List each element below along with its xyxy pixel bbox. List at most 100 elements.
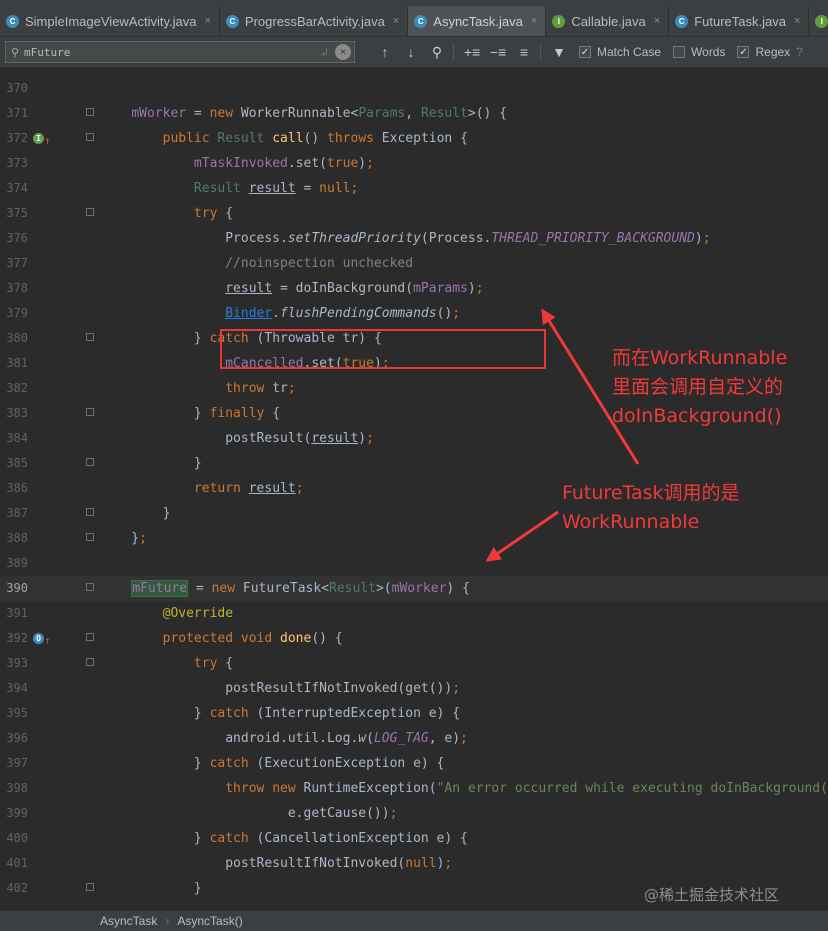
code-line[interactable]: 385 } (0, 451, 828, 476)
regex-help-link[interactable]: ? (796, 45, 803, 59)
tab-overflow[interactable]: I (809, 6, 828, 36)
previous-occurrence-icon[interactable]: ↑ (373, 44, 397, 60)
code-line[interactable]: 395 } catch (InterruptedException e) { (0, 701, 828, 726)
code-line[interactable]: 398 throw new RuntimeException("An error… (0, 776, 828, 801)
code-line[interactable]: 401 postResultIfNotInvoked(null); (0, 851, 828, 876)
regex-checkbox[interactable]: ✓ Regex (737, 45, 790, 59)
code-text: } catch (CancellationException e) { (100, 831, 468, 846)
code-line[interactable]: 391 @Override (0, 601, 828, 626)
breadcrumb-chevron-icon: › (165, 914, 170, 928)
clear-search-icon[interactable]: × (335, 44, 351, 60)
match-case-checkbox[interactable]: ✓ Match Case (579, 45, 661, 59)
tab-label: AsyncTask.java (433, 13, 523, 29)
fold-icon[interactable] (86, 133, 94, 141)
close-icon[interactable]: × (654, 15, 660, 27)
breadcrumb: AsyncTask › AsyncTask() (0, 910, 828, 931)
find-all-icon[interactable]: ⚲ (425, 44, 449, 61)
class-icon: C (414, 14, 428, 28)
code-line[interactable]: 373 mTaskInvoked.set(true); (0, 151, 828, 176)
code-line[interactable]: 392 O ↑ protected void done() { (0, 626, 828, 651)
close-icon[interactable]: × (531, 15, 537, 27)
code-line[interactable]: 396 android.util.Log.w(LOG_TAG, e); (0, 726, 828, 751)
breadcrumb-method[interactable]: AsyncTask() (177, 914, 242, 928)
code-text: Binder.flushPendingCommands(); (225, 306, 461, 321)
next-occurrence-icon[interactable]: ↓ (399, 44, 423, 60)
fold-icon[interactable] (86, 583, 94, 591)
code-text: e.getCause()); (100, 806, 398, 821)
code-line[interactable]: 400 } catch (CancellationException e) { (0, 826, 828, 851)
line-number: 398 (6, 781, 28, 795)
code-line[interactable]: 375 try { (0, 201, 828, 226)
code-line[interactable]: 397 } catch (ExecutionException e) { (0, 751, 828, 776)
toolbar-separator (453, 43, 454, 61)
close-icon[interactable]: × (794, 15, 800, 27)
overrides-method-icon[interactable]: O (33, 633, 44, 644)
line-number: 383 (6, 406, 28, 420)
line-number: 387 (6, 506, 28, 520)
fold-icon[interactable] (86, 208, 94, 216)
fold-icon[interactable] (86, 883, 94, 891)
select-all-occurrences-icon[interactable]: ≡ (512, 44, 536, 60)
code-text: } catch (ExecutionException e) { (100, 756, 445, 771)
implements-method-icon[interactable]: I (33, 133, 44, 144)
code-text: Result result = null; (193, 181, 359, 196)
code-line[interactable]: 389 (0, 551, 828, 576)
code-editor[interactable]: 402 } 401 postResultIfNotInvoked(null); 40… (0, 68, 828, 910)
class-icon: C (225, 14, 239, 28)
code-text: postResultIfNotInvoked(null); (100, 856, 453, 871)
fold-icon[interactable] (86, 633, 94, 641)
fold-icon[interactable] (86, 108, 94, 116)
add-selection-icon[interactable]: +≡ (460, 44, 484, 60)
line-number: 381 (6, 356, 28, 370)
fold-icon[interactable] (86, 533, 94, 541)
code-text: protected void done() { (162, 631, 343, 646)
code-line[interactable]: 377 //noinspection unchecked (0, 251, 828, 276)
code-line[interactable]: 370 (0, 76, 828, 101)
line-number: 370 (6, 81, 28, 95)
tab-label: ProgressBarActivity.java (244, 13, 385, 29)
toolbar-separator (540, 43, 541, 61)
close-icon[interactable]: × (204, 15, 210, 27)
code-line[interactable]: 393 try { (0, 651, 828, 676)
match-case-check-icon: ✓ (579, 46, 591, 58)
fold-icon[interactable] (86, 333, 94, 341)
code-line[interactable]: 376 Process.setThreadPriority(Process.TH… (0, 226, 828, 251)
line-number: 374 (6, 181, 28, 195)
code-line[interactable]: 371 mWorker = new WorkerRunnable<Params,… (0, 101, 828, 126)
line-number: 376 (6, 231, 28, 245)
code-text: } (100, 456, 202, 471)
code-line[interactable]: 379 Binder.flushPendingCommands(); (0, 301, 828, 326)
search-icon[interactable]: ⚲ (6, 46, 24, 59)
code-line[interactable]: 378 result = doInBackground(mParams); (0, 276, 828, 301)
code-line[interactable]: 390 mFuture = new FutureTask<Result>(mWo… (0, 576, 828, 601)
code-line[interactable]: 399 e.getCause()); (0, 801, 828, 826)
line-number: 402 (6, 881, 28, 895)
code-text: //noinspection unchecked (225, 256, 414, 271)
code-text: postResult(result); (100, 431, 374, 446)
tab-progressbaractivity[interactable]: C ProgressBarActivity.java × (220, 6, 409, 36)
tab-futuretask[interactable]: C FutureTask.java × (669, 6, 810, 36)
words-checkbox[interactable]: Words (673, 45, 725, 59)
fold-icon[interactable] (86, 458, 94, 466)
annotation-line: 里面会调用自定义的 (612, 376, 784, 398)
go-to-super-icon[interactable]: ↑ (44, 628, 51, 653)
remove-selection-icon[interactable]: −≡ (486, 44, 510, 60)
code-line[interactable]: 374 Result result = null; (0, 176, 828, 201)
code-line[interactable]: 394 postResultIfNotInvoked(get()); (0, 676, 828, 701)
tab-asynctask[interactable]: C AsyncTask.java × (408, 6, 547, 36)
annotation-line: WorkRunnable (562, 511, 700, 533)
tab-simpleimageviewactivity[interactable]: C SimpleImageViewActivity.java × (0, 6, 220, 36)
fold-icon[interactable] (86, 408, 94, 416)
annotation-line: FutureTask调用的是 (562, 482, 740, 504)
fold-icon[interactable] (86, 658, 94, 666)
tab-callable[interactable]: I Callable.java × (546, 6, 670, 36)
search-input[interactable] (24, 45, 304, 59)
fold-icon[interactable] (86, 508, 94, 516)
search-field[interactable]: ⚲ ↲ × (5, 41, 355, 63)
code-line[interactable]: 372 I ↑ public Result call() throws Except… (0, 126, 828, 151)
breadcrumb-class[interactable]: AsyncTask (100, 914, 157, 928)
filter-icon[interactable]: ▼ (547, 44, 571, 60)
go-to-super-icon[interactable]: ↑ (44, 128, 51, 153)
close-icon[interactable]: × (393, 15, 399, 27)
